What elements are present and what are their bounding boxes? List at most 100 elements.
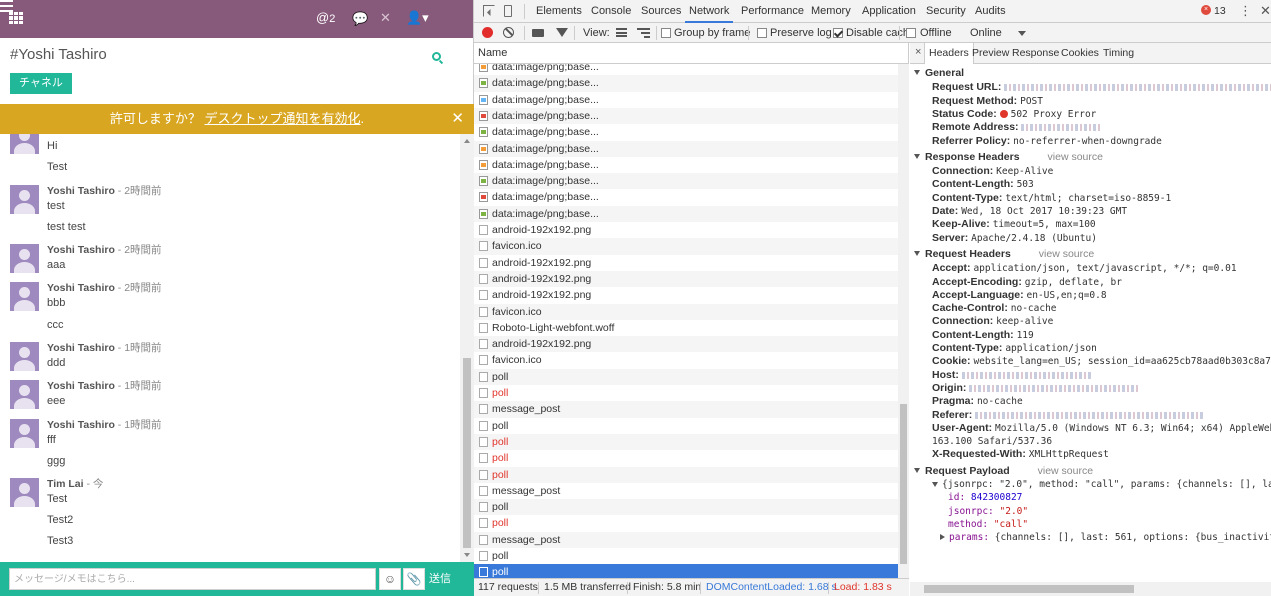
preserve-log-checkbox[interactable] [757,28,767,38]
message-author[interactable]: Tim Lai - 今 [47,476,103,491]
channel-button[interactable]: チャネル [10,73,72,94]
request-row[interactable]: poll [474,450,898,466]
emoji-icon[interactable]: ☺ [379,568,401,590]
request-row[interactable]: poll [474,385,898,401]
tab-elements[interactable]: Elements [536,0,582,23]
scrollbar-thumb[interactable] [463,358,471,548]
request-row[interactable]: poll [474,499,898,516]
request-row[interactable]: poll [474,548,898,564]
tab-performance[interactable]: Performance [741,0,804,23]
tab-timing[interactable]: Timing [1103,43,1134,64]
more-options-icon[interactable]: ⋮ [1239,3,1252,19]
expand-triangle-icon[interactable] [914,250,920,256]
scroll-down-icon[interactable] [464,553,470,557]
expand-triangle-icon[interactable] [914,70,920,75]
horizontal-scrollbar[interactable] [910,582,1271,596]
request-row[interactable]: android-192x192.png [474,287,898,303]
expand-triangle-icon[interactable] [914,467,920,473]
view-source-link[interactable]: view source [1048,151,1103,163]
request-list-scrollbar[interactable] [898,64,909,578]
scrollbar-thumb[interactable] [900,404,907,564]
tab-application[interactable]: Application [862,0,916,23]
collapse-triangle-icon[interactable] [932,482,938,487]
request-row[interactable]: favicon.ico [474,238,898,255]
apps-grid-icon[interactable] [9,12,23,24]
tab-network[interactable]: Network [685,0,734,23]
overview-icon[interactable] [637,28,650,38]
group-by-frame-checkbox[interactable] [661,28,671,38]
request-row[interactable]: data:image/png;base... [474,124,898,140]
request-row[interactable]: favicon.ico [474,352,898,368]
tab-headers[interactable]: Headers [924,43,974,64]
tab-response[interactable]: Response [1012,43,1059,64]
request-row[interactable]: data:image/png;base... [474,92,898,108]
request-row[interactable]: message_post [474,531,898,548]
request-row[interactable]: poll [474,433,898,451]
column-header-name[interactable]: Name [474,43,908,64]
tab-sources[interactable]: Sources [641,0,681,23]
request-row[interactable]: data:image/png;base... [474,157,898,173]
request-row[interactable]: data:image/png;base... [474,173,898,190]
hamburger-menu-icon[interactable] [0,0,13,12]
request-row[interactable]: message_post [474,401,898,418]
enable-desktop-notifications-link[interactable]: デスクトップ通知を有効化 [204,111,360,126]
tab-memory[interactable]: Memory [811,0,851,23]
message-author[interactable]: Yoshi Tashiro - 1時間前 [47,417,162,432]
offline-checkbox[interactable] [906,28,916,38]
message-author[interactable]: Yoshi Tashiro - 2時間前 [47,280,162,295]
device-toolbar-icon[interactable] [504,5,512,17]
expand-triangle-icon[interactable] [940,534,945,541]
request-row[interactable]: poll [474,418,898,434]
message-input[interactable] [9,568,376,590]
chevron-down-icon[interactable] [1018,31,1026,36]
filter-icon[interactable] [556,28,568,37]
clear-icon[interactable] [503,27,514,38]
search-icon[interactable] [432,52,441,61]
request-row[interactable]: poll [474,564,898,578]
message-author[interactable]: Yoshi Tashiro - 1時間前 [47,340,162,355]
chat-bubble-icon[interactable]: 💬 [352,11,368,27]
close-icon[interactable]: ✕ [380,10,391,26]
request-row[interactable]: android-192x192.png [474,270,898,288]
request-row[interactable]: data:image/png;base... [474,107,898,125]
request-row[interactable]: message_post [474,483,898,499]
request-row[interactable]: data:image/png;base... [474,205,898,222]
close-icon[interactable]: × [915,46,921,58]
message-author[interactable]: Yoshi Tashiro - 2時間前 [47,183,162,198]
request-row[interactable]: data:image/png;base... [474,64,898,75]
capture-screenshots-icon[interactable] [532,29,544,37]
message-author[interactable]: Yoshi Tashiro - 1時間前 [47,378,162,393]
view-source-link[interactable]: view source [1038,465,1093,477]
view-source-link[interactable]: view source [1039,248,1094,260]
scrollbar-thumb[interactable] [924,585,1134,593]
message-author[interactable]: Yoshi Tashiro - 2時間前 [47,242,162,257]
mentions-counter[interactable]: @2 [316,10,335,25]
request-row[interactable]: Roboto-Light-webfont.woff [474,320,898,336]
send-button[interactable]: 送信 [429,570,451,586]
close-icon[interactable]: ✕ [451,104,464,134]
section-request-headers[interactable]: Request Headers view source [914,248,1094,260]
error-icon[interactable]: × [1201,5,1211,15]
request-row[interactable]: data:image/png;base... [474,189,898,205]
inspect-element-icon[interactable] [483,5,495,17]
attachment-icon[interactable]: 📎 [403,568,425,590]
section-request-payload[interactable]: Request Payload view source [914,465,1093,477]
throttling-select[interactable]: Online [970,27,1002,39]
large-rows-icon[interactable] [616,28,627,37]
close-icon[interactable]: ✕ [1260,3,1271,19]
request-row[interactable]: data:image/png;base... [474,140,898,157]
section-response-headers[interactable]: Response Headers view source [914,151,1103,163]
section-general[interactable]: General [914,67,964,79]
request-row[interactable]: android-192x192.png [474,255,898,271]
tab-preview[interactable]: Preview [972,43,1009,64]
request-row[interactable]: data:image/png;base... [474,75,898,92]
message-scrollbar[interactable] [460,134,474,562]
record-icon[interactable] [482,27,493,38]
request-row[interactable]: android-192x192.png [474,222,898,238]
tab-security[interactable]: Security [926,0,966,23]
request-row[interactable]: poll [474,368,898,385]
scroll-up-icon[interactable] [464,139,470,143]
error-count[interactable]: 13 [1214,5,1226,17]
tab-audits[interactable]: Audits [975,0,1006,23]
expand-triangle-icon[interactable] [914,153,920,159]
